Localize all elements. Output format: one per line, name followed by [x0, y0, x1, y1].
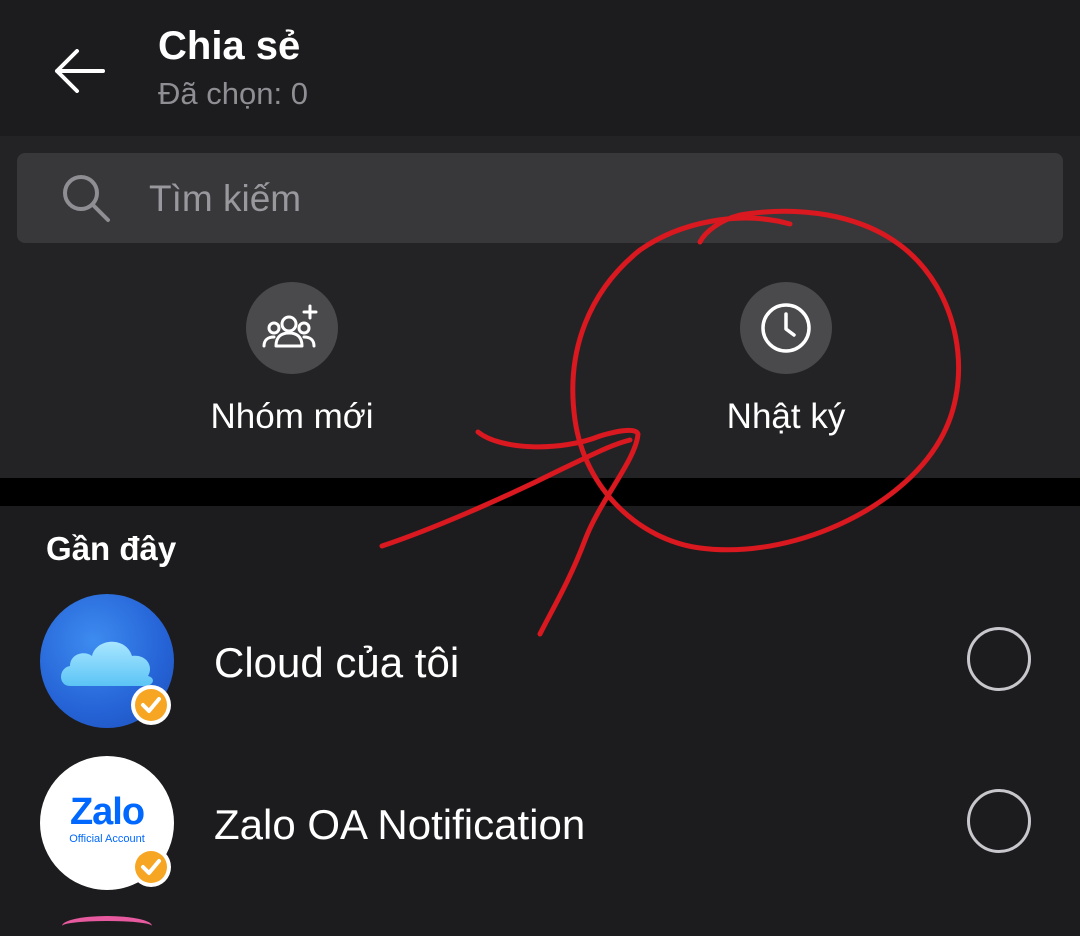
search-icon [63, 175, 110, 222]
arrow-left-icon [55, 49, 105, 93]
contact-name: Cloud của tôi [214, 639, 460, 686]
contact-name: Zalo OA Notification [214, 801, 586, 848]
clock-icon [761, 303, 811, 353]
avatar-partial [62, 916, 152, 936]
verified-badge-icon [131, 847, 171, 887]
diary-button[interactable]: Nhật ký [636, 282, 936, 442]
diary-icon-circle [740, 282, 832, 374]
selected-count: Đã chọn: 0 [158, 76, 308, 111]
select-radio[interactable] [967, 789, 1031, 853]
section-divider [0, 478, 1080, 506]
new-group-icon-circle [246, 282, 338, 374]
zalo-logo: Zalo Official Account [40, 792, 174, 846]
zalo-logo-subtext: Official Account [69, 833, 145, 845]
contact-row-cloud[interactable]: Cloud của tôi [0, 594, 1080, 744]
group-add-icon [262, 304, 318, 348]
avatar: Zalo Official Account [40, 756, 174, 890]
app-header: Chia sẻ Đã chọn: 0 [0, 0, 1080, 136]
back-button[interactable] [46, 38, 112, 104]
recent-section-title: Gần đây [46, 530, 177, 567]
verified-badge-icon [131, 685, 171, 725]
new-group-label: Nhóm mới [210, 397, 374, 436]
search-bar[interactable] [17, 153, 1063, 243]
diary-label: Nhật ký [726, 397, 846, 436]
avatar [40, 594, 174, 728]
contact-row-zalo-oa[interactable]: Zalo Official Account Zalo OA Notificati… [0, 756, 1080, 906]
search-input[interactable] [147, 171, 1031, 227]
page-title: Chia sẻ [158, 24, 301, 68]
zalo-logo-text: Zalo [69, 791, 145, 833]
new-group-button[interactable]: Nhóm mới [142, 282, 442, 442]
select-radio[interactable] [967, 627, 1031, 691]
